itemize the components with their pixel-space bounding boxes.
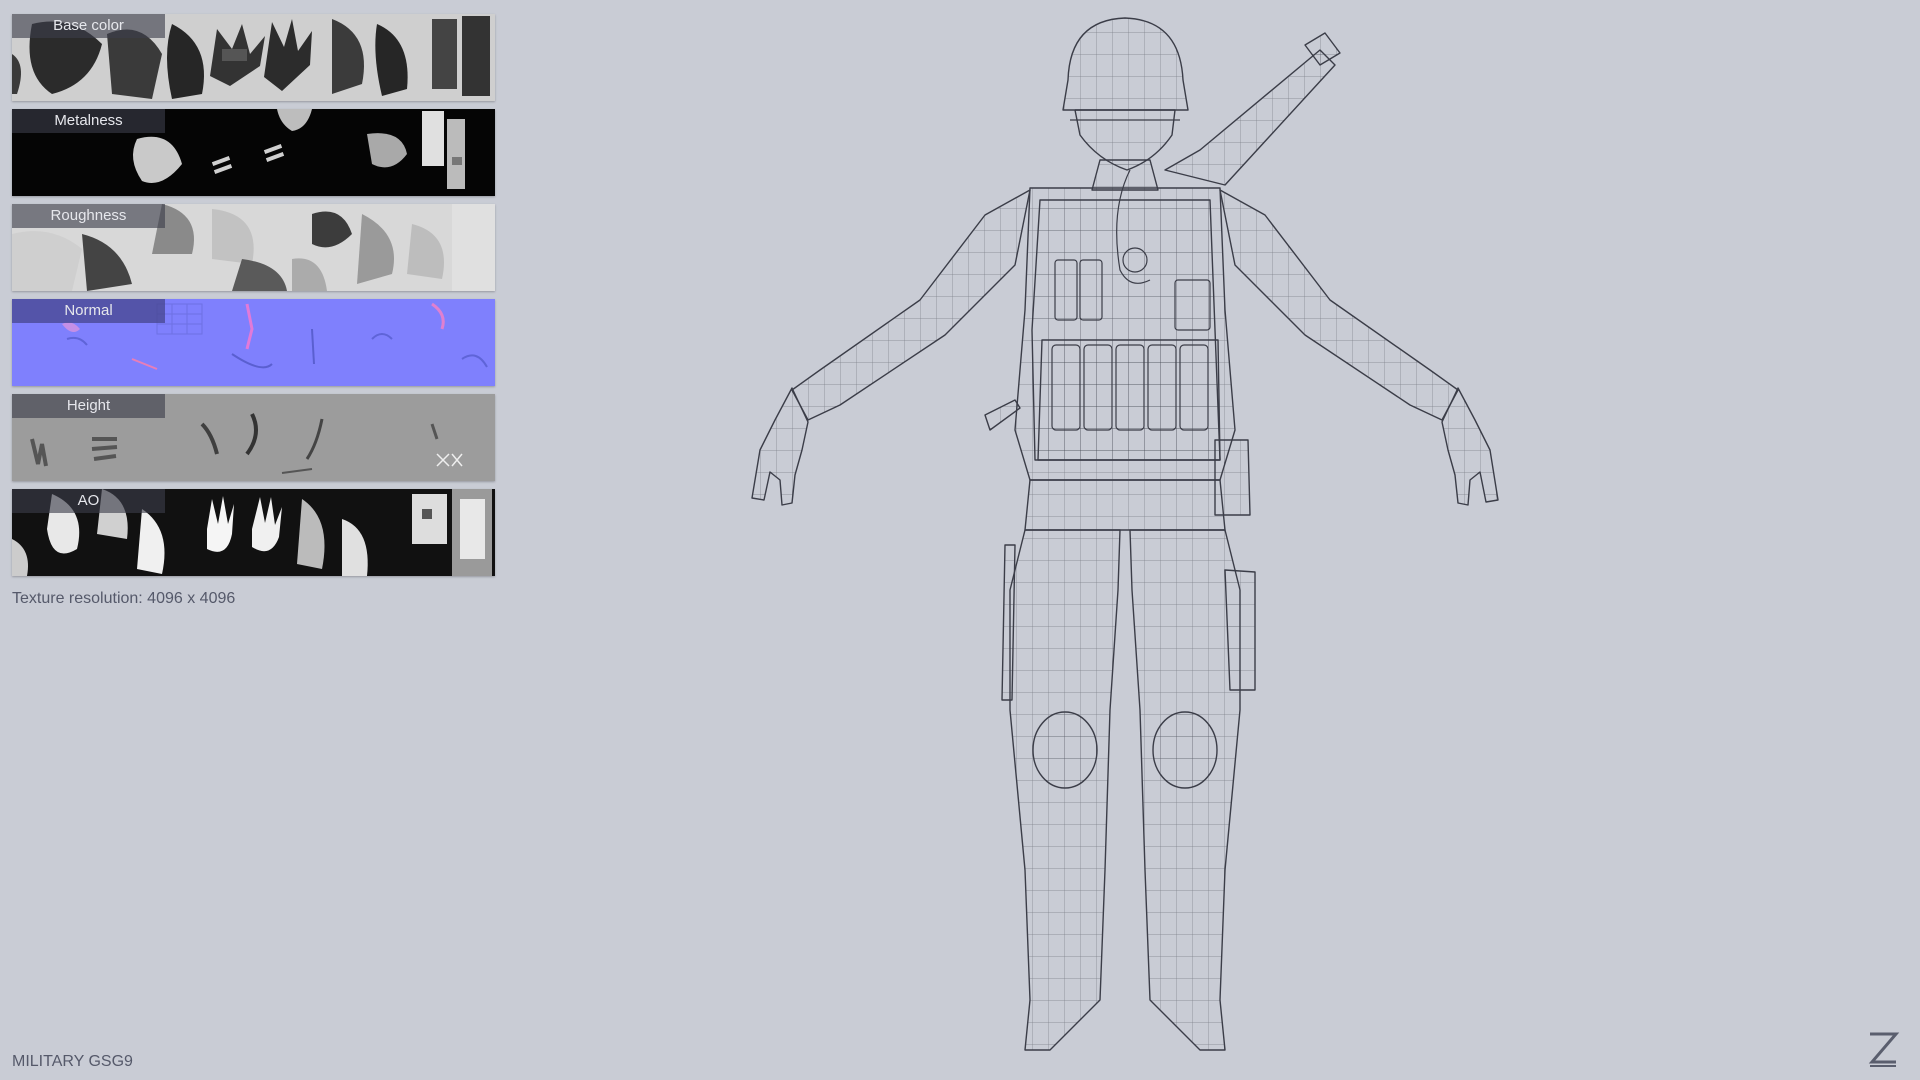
left-hand-mesh	[751, 387, 809, 506]
texture-label: Normal	[12, 299, 165, 323]
texture-label: AO	[12, 489, 165, 513]
rifle-mesh	[1164, 49, 1336, 186]
render-sheet: Base color Metalness Roughness Normal He…	[0, 0, 1920, 1080]
helmet-mesh	[1062, 17, 1189, 111]
texture-panel: Base color Metalness Roughness Normal He…	[12, 14, 495, 584]
texture-resolution-text: Texture resolution: 4096 x 4096	[12, 590, 236, 607]
z-logo-icon	[1868, 1032, 1900, 1067]
pouch-mesh	[1214, 439, 1251, 516]
knife-mesh	[1001, 544, 1016, 701]
right-arm-mesh	[1219, 189, 1459, 421]
texture-ao: AO	[12, 489, 495, 576]
texture-label: Roughness	[12, 204, 165, 228]
soldier-wireframe-model	[751, 17, 1499, 1051]
texture-label: Base color	[12, 14, 165, 38]
texture-base-color: Base color	[12, 14, 495, 101]
texture-label: Height	[12, 394, 165, 418]
project-title: MILITARY GSG9	[12, 1053, 133, 1070]
texture-height: Height	[12, 394, 495, 481]
right-hand-mesh	[1441, 387, 1499, 506]
holster-mesh	[1224, 569, 1256, 691]
left-leg-mesh	[1009, 529, 1121, 1051]
texture-metalness: Metalness	[12, 109, 495, 196]
right-leg-mesh	[1129, 529, 1241, 1051]
texture-label: Metalness	[12, 109, 165, 133]
texture-normal: Normal	[12, 299, 495, 386]
left-arm-mesh	[791, 189, 1031, 421]
belt-mesh	[1024, 479, 1226, 531]
texture-roughness: Roughness	[12, 204, 495, 291]
